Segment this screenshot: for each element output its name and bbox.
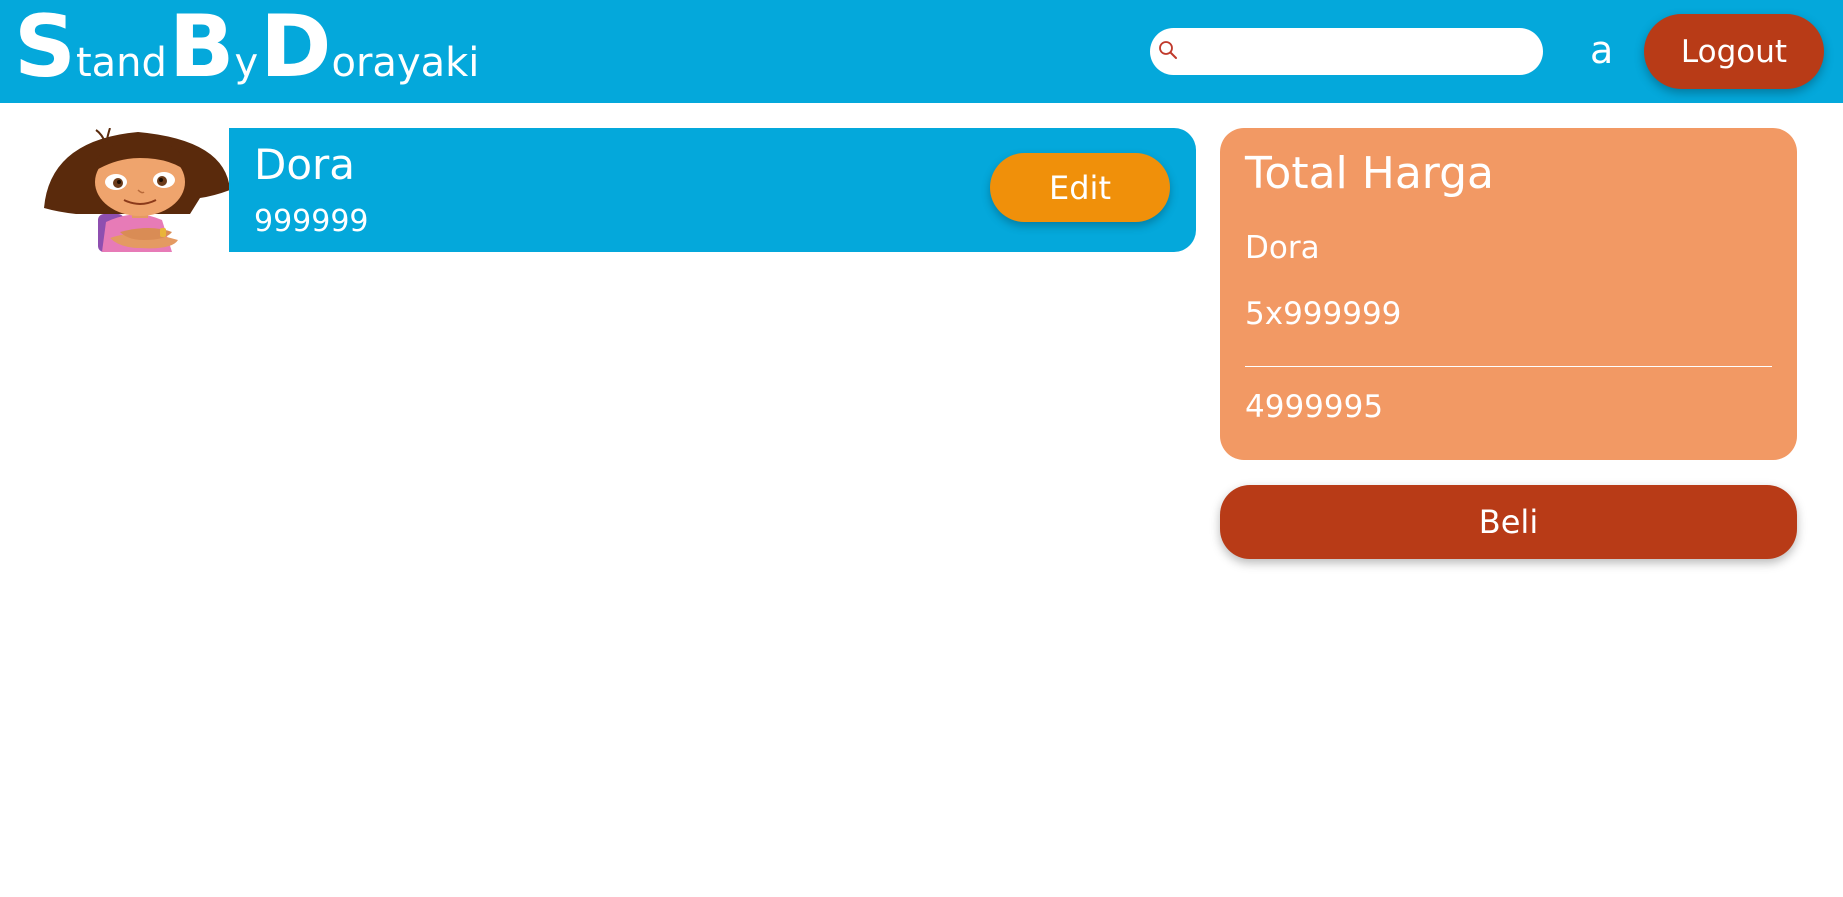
site-logo[interactable]: S tand B y D orayaki [14, 4, 481, 100]
edit-button[interactable]: Edit [990, 153, 1170, 222]
cart-item-card: Dora 999999 Edit [40, 128, 1196, 252]
dora-character-image [40, 128, 230, 252]
summary-total-value: 4999995 [1245, 389, 1384, 425]
logo-text-orayaki: orayaki [331, 40, 480, 86]
logo-letter-d: D [260, 0, 332, 97]
username-label: a [1590, 28, 1614, 72]
search-input[interactable] [1184, 31, 1543, 72]
logo-text-y: y [234, 40, 259, 86]
logo-letter-b: B [168, 0, 235, 97]
summary-quantity-line: 5x999999 [1245, 296, 1402, 332]
summary-divider [1245, 366, 1772, 367]
total-price-panel: Total Harga Dora 5x999999 4999995 [1220, 128, 1797, 460]
summary-item-name: Dora [1245, 230, 1320, 266]
total-price-title: Total Harga [1245, 148, 1495, 199]
product-name: Dora [254, 140, 356, 189]
logout-button[interactable]: Logout [1644, 14, 1824, 89]
search-bar[interactable] [1150, 28, 1543, 75]
navbar: S tand B y D orayaki a Logout [0, 0, 1843, 103]
logo-text-tand: tand [75, 40, 167, 86]
logo-letter-s: S [14, 0, 76, 97]
cart-item-info: Dora 999999 Edit [229, 128, 1196, 252]
search-icon [1158, 40, 1178, 64]
buy-button[interactable]: Beli [1220, 485, 1797, 559]
product-price: 999999 [254, 204, 369, 239]
